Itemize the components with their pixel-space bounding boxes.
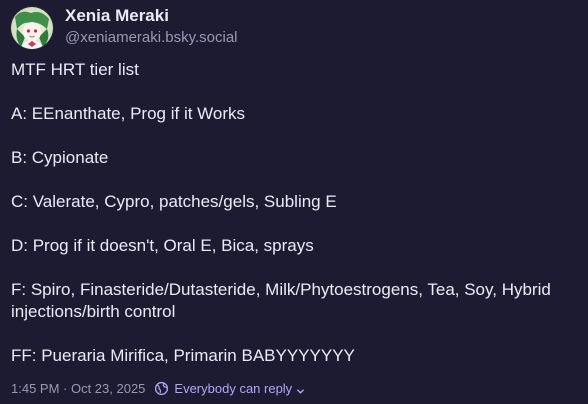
avatar-icon: [11, 6, 53, 49]
post-footer: 1:45 PM · Oct 23, 2025 Everybody can rep…: [11, 377, 305, 399]
post-paragraph: MTF HRT tier list: [11, 60, 139, 79]
reply-setting-button[interactable]: Everybody can reply: [154, 381, 305, 396]
post-paragraph: A: EEnanthate, Prog if it Works: [11, 104, 246, 123]
chevron-down-icon: [296, 384, 305, 394]
post-paragraph: FF: Pueraria Mirifica, Primarin BABYYYYY…: [11, 346, 355, 365]
post-card: Xenia Meraki @xeniameraki.bsky.social MT…: [0, 0, 588, 404]
author-display-name[interactable]: Xenia Meraki: [65, 6, 238, 26]
post-paragraph: D: Prog if it doesn't, Oral E, Bica, spr…: [11, 236, 314, 255]
globe-icon: [154, 381, 169, 396]
post-timestamp[interactable]: 1:45 PM · Oct 23, 2025: [11, 381, 145, 396]
avatar[interactable]: [11, 6, 53, 49]
author-handle[interactable]: @xeniameraki.bsky.social: [65, 29, 238, 47]
post-paragraph: B: Cypionate: [11, 148, 109, 167]
post-paragraph: F: Spiro, Finasteride/Dutasteride, Milk/…: [11, 280, 556, 321]
post-body: MTF HRT tier list A: EEnanthate, Prog if…: [11, 59, 577, 367]
author-names: Xenia Meraki @xeniameraki.bsky.social: [65, 6, 238, 47]
post-header: Xenia Meraki @xeniameraki.bsky.social: [11, 6, 577, 49]
reply-setting-label: Everybody can reply: [174, 380, 293, 396]
post-paragraph: C: Valerate, Cypro, patches/gels, Sublin…: [11, 192, 337, 211]
